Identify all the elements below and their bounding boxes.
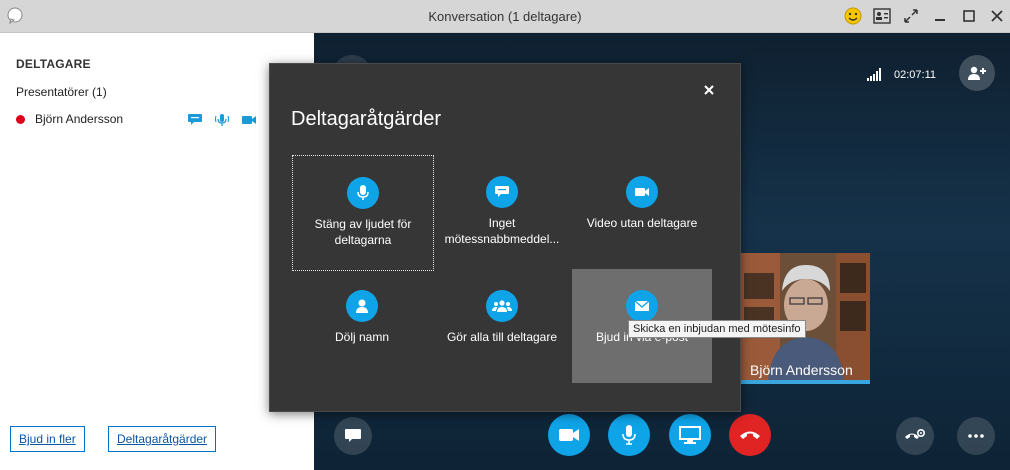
dialog-close-button[interactable] bbox=[700, 81, 718, 99]
title-bar: Konversation (1 deltagare) bbox=[0, 0, 1010, 33]
participants-sidebar: DELTAGARE Presentatörer (1) Björn Anders… bbox=[0, 33, 314, 470]
add-person-button[interactable] bbox=[959, 55, 995, 91]
hang-up-button[interactable] bbox=[729, 414, 771, 456]
video-camera-icon bbox=[626, 176, 658, 208]
add-person-icon bbox=[968, 66, 986, 80]
no-meeting-im-tile[interactable]: Inget mötessnabbmeddel... bbox=[432, 155, 572, 269]
microphone-icon bbox=[347, 177, 379, 209]
close-icon bbox=[704, 85, 714, 95]
tooltip: Skicka en inbjudan med mötesinfo bbox=[628, 320, 806, 338]
hide-names-tile[interactable]: Dölj namn bbox=[292, 269, 432, 383]
person-icon bbox=[346, 290, 378, 322]
video-icon[interactable] bbox=[240, 111, 258, 129]
chat-icon bbox=[486, 176, 518, 208]
invite-more-button[interactable]: Bjud in fler bbox=[10, 426, 85, 452]
im-icon[interactable] bbox=[186, 111, 204, 129]
maximize-icon[interactable] bbox=[958, 5, 980, 27]
group-icon bbox=[486, 290, 518, 322]
microphone-icon bbox=[622, 425, 636, 445]
signal-strength-icon bbox=[867, 68, 881, 81]
participant-video[interactable]: Björn Andersson bbox=[740, 253, 870, 384]
participant-name: Björn Andersson bbox=[35, 112, 124, 126]
chat-icon bbox=[345, 429, 361, 442]
contact-card-icon[interactable] bbox=[871, 5, 893, 27]
video-participant-name: Björn Andersson bbox=[750, 362, 853, 378]
tile-label: Video utan deltagare bbox=[586, 216, 698, 230]
tile-label: Gör alla till deltagare bbox=[446, 330, 558, 344]
make-all-attendees-tile[interactable]: Gör alla till deltagare bbox=[432, 269, 572, 383]
presenters-group[interactable]: Presentatörer (1) bbox=[16, 85, 107, 99]
participant-actions-button[interactable]: Deltagaråtgärder bbox=[108, 426, 217, 452]
more-options-button[interactable] bbox=[957, 417, 995, 455]
tile-label: Inget mötessnabbmeddel... bbox=[444, 216, 560, 246]
close-icon[interactable] bbox=[986, 5, 1008, 27]
mail-icon bbox=[626, 290, 658, 322]
minimize-icon[interactable] bbox=[929, 5, 951, 27]
more-icon bbox=[968, 434, 984, 438]
chat-button[interactable] bbox=[334, 417, 372, 455]
phone-settings-icon bbox=[905, 428, 926, 439]
video-without-participants-tile[interactable]: Video utan deltagare bbox=[572, 155, 712, 269]
audio-icon[interactable] bbox=[213, 111, 231, 129]
call-controls-button[interactable] bbox=[896, 417, 934, 455]
video-button[interactable] bbox=[548, 414, 590, 456]
microphone-button[interactable] bbox=[608, 414, 650, 456]
active-speaker-bar bbox=[740, 380, 870, 384]
tile-label: Stäng av ljudet för deltagarna bbox=[314, 217, 412, 247]
hang-up-icon bbox=[740, 431, 760, 439]
expand-icon[interactable] bbox=[900, 5, 922, 27]
emoji-icon[interactable] bbox=[842, 5, 864, 27]
tile-label: Dölj namn bbox=[334, 330, 390, 344]
participant-row[interactable]: Björn Andersson bbox=[16, 111, 306, 131]
mute-participants-tile[interactable]: Stäng av ljudet för deltagarna bbox=[292, 155, 434, 271]
dialog-title: Deltagaråtgärder bbox=[291, 108, 442, 130]
call-timer: 02:07:11 bbox=[894, 69, 937, 81]
video-camera-icon bbox=[559, 429, 579, 441]
participants-heading: DELTAGARE bbox=[16, 57, 91, 71]
participant-actions-dialog: Deltagaråtgärder Stäng av ljudet för delt… bbox=[269, 63, 741, 412]
monitor-icon bbox=[679, 426, 701, 444]
presence-indicator bbox=[16, 115, 25, 124]
present-screen-button[interactable] bbox=[669, 414, 711, 456]
